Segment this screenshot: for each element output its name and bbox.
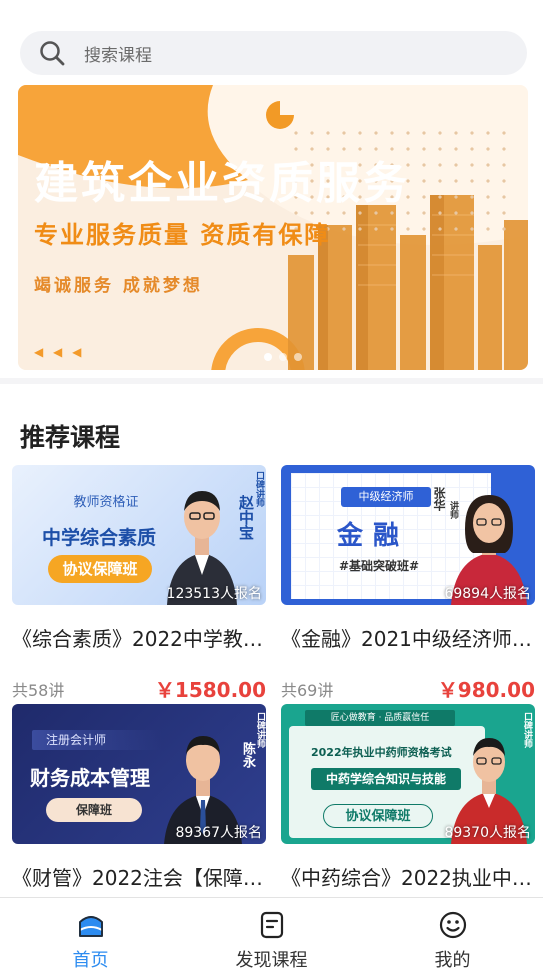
banner-subtitle: 专业服务质量 资质有保障 <box>34 220 331 249</box>
banner-title: 建筑企业资质服务 <box>34 158 410 209</box>
thumb-heading: 2022年执业中药师资格考试 <box>311 746 452 759</box>
course-thumbnail[interactable]: 教师资格证 中学综合素质 协议保障班 赵中宝 口碑讲师 123513人报名 <box>12 465 266 605</box>
thumb-button: #基础突破班# <box>339 559 420 573</box>
course-card[interactable]: 注册会计师 财务成本管理 保障班 陈永 口碑讲师 89367人报名 《财管》20… <box>12 704 266 891</box>
tab-label: 首页 <box>72 950 109 971</box>
thumb-tag: 匠心做教育 · 品质赢信任 <box>305 710 455 726</box>
tab-home[interactable]: 首页 <box>0 898 181 975</box>
teacher-badge: 口碑讲师 <box>254 471 264 507</box>
course-thumbnail[interactable]: 注册会计师 财务成本管理 保障班 陈永 口碑讲师 89367人报名 <box>12 704 266 844</box>
banner-pager[interactable] <box>264 353 302 361</box>
app-page: 搜索课程 建筑企业资质服务 专业服务质量 资质有保障 竭诚服务 成就梦想 ◀ ◀… <box>0 0 543 975</box>
document-icon <box>260 911 283 939</box>
pager-dot[interactable] <box>264 353 272 361</box>
pager-dot[interactable] <box>294 353 302 361</box>
enroll-count: 89367人报名 <box>175 825 262 841</box>
banner-arrows-icon: ◀ ◀ ◀ <box>34 345 85 359</box>
course-title[interactable]: 《中药综合》2022执业中药师 <box>281 862 535 891</box>
course-thumbnail[interactable]: 匠心做教育 · 品质赢信任 2022年执业中药师资格考试 中药学综合知识与技能 … <box>281 704 535 844</box>
section-divider <box>0 378 543 384</box>
tab-label: 发现课程 <box>235 950 308 971</box>
course-price: ￥980.00 <box>437 678 535 702</box>
thumb-tag: 中级经济师 <box>341 487 431 507</box>
promo-banner[interactable]: 建筑企业资质服务 专业服务质量 资质有保障 竭诚服务 成就梦想 ◀ ◀ ◀ <box>18 85 528 370</box>
section-title: 推荐课程 <box>20 423 121 452</box>
course-meta: 共58讲 ￥1580.00 <box>12 674 266 703</box>
enroll-count: 89370人报名 <box>444 825 531 841</box>
lesson-count: 共69讲 <box>281 680 334 700</box>
tab-label: 我的 <box>434 950 471 971</box>
thumb-button: 协议保障班 <box>48 555 152 583</box>
enroll-count: 69894人报名 <box>444 586 531 602</box>
thumb-main: 中学综合素质 <box>42 527 157 549</box>
thumb-button: 保障班 <box>46 798 142 822</box>
course-price: ￥1580.00 <box>154 678 266 702</box>
thumb-button: 协议保障班 <box>323 804 433 828</box>
course-card[interactable]: 教师资格证 中学综合素质 协议保障班 赵中宝 口碑讲师 123513人报名 《综… <box>12 465 266 703</box>
tab-mine[interactable]: 我的 <box>362 898 543 975</box>
course-title[interactable]: 《财管》2022注会【保障班】 <box>12 862 266 891</box>
thumb-tag: 注册会计师 <box>32 730 162 750</box>
enroll-count: 123513人报名 <box>166 586 262 602</box>
teacher-name: 张华 <box>432 487 446 511</box>
lesson-count: 共58讲 <box>12 680 65 700</box>
banner-slogan: 竭诚服务 成就梦想 <box>34 276 203 296</box>
search-bar[interactable]: 搜索课程 <box>20 31 527 75</box>
teacher-badge: 口碑讲师 <box>255 712 265 748</box>
course-title[interactable]: 《金融》2021中级经济师基础突破班 <box>281 623 535 652</box>
course-card[interactable]: 中级经济师 金融 #基础突破班# 张华 讲师 69894人报名 《金融》2021… <box>281 465 535 703</box>
teacher-badge: 讲师 <box>448 501 458 519</box>
search-input[interactable]: 搜索课程 <box>84 41 152 66</box>
pager-dot[interactable] <box>279 353 287 361</box>
course-card[interactable]: 匠心做教育 · 品质赢信任 2022年执业中药师资格考试 中药学综合知识与技能 … <box>281 704 535 891</box>
bottom-tab-bar: 首页 发现课程 我的 <box>0 897 543 975</box>
thumb-main: 金融 <box>337 521 410 551</box>
smiley-icon <box>439 911 466 939</box>
home-icon <box>78 916 103 937</box>
tab-discover[interactable]: 发现课程 <box>181 898 362 975</box>
course-meta: 共69讲 ￥980.00 <box>281 674 535 703</box>
course-thumbnail[interactable]: 中级经济师 金融 #基础突破班# 张华 讲师 69894人报名 <box>281 465 535 605</box>
thumb-tag: 教师资格证 <box>73 495 139 510</box>
teacher-badge: 口碑讲师 <box>522 712 532 748</box>
search-icon <box>40 41 65 66</box>
thumb-main: 中药学综合知识与技能 <box>311 768 461 790</box>
course-title[interactable]: 《综合素质》2022中学教师资格证 <box>12 623 266 652</box>
thumb-main: 财务成本管理 <box>30 766 150 790</box>
